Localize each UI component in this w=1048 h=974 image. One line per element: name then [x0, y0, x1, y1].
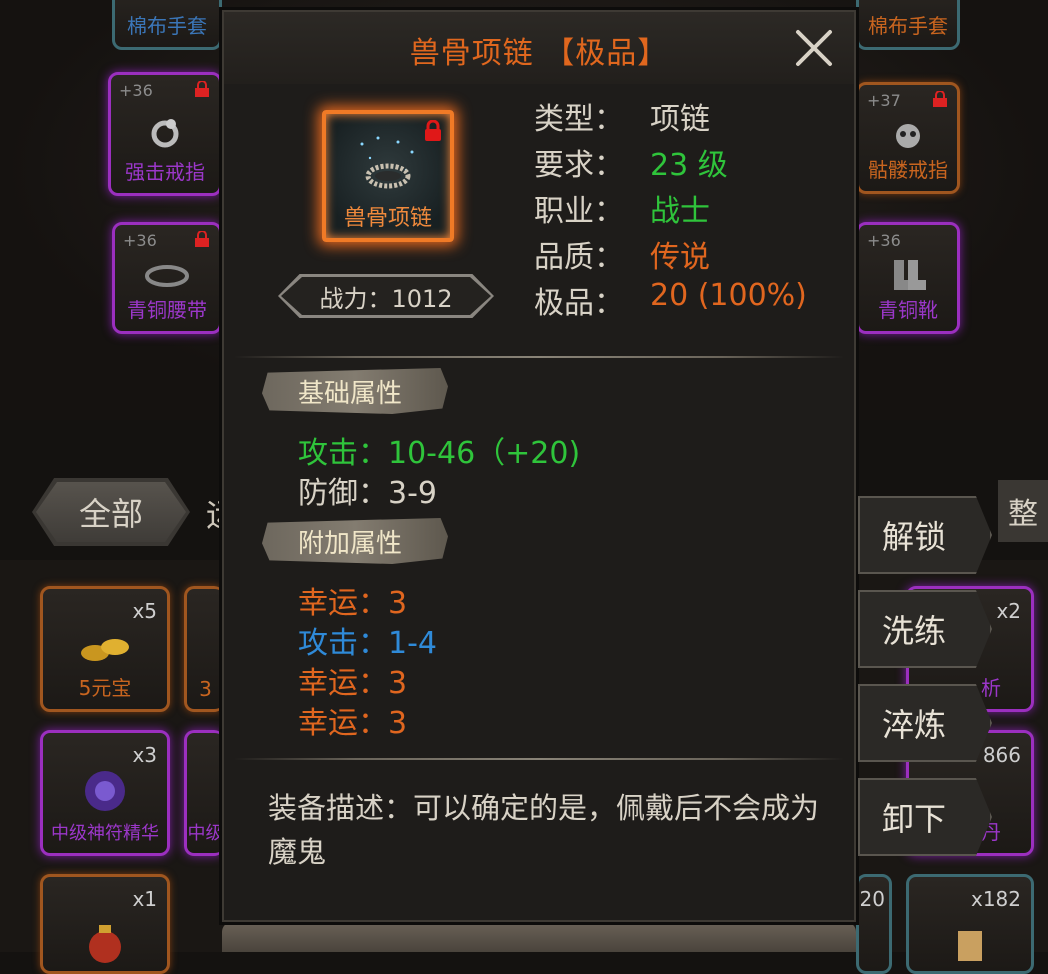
enhance-level: +37 — [867, 91, 901, 110]
slot-name: 棉布手套 — [868, 14, 948, 38]
extra-stat-luck: 幸运：3 — [298, 666, 408, 701]
info-value: 战士 — [650, 194, 710, 229]
item-quantity: x2 — [996, 599, 1021, 623]
close-icon[interactable] — [790, 24, 838, 72]
bag-slot-partial[interactable]: 3 — [184, 586, 224, 712]
section-base-attributes: 基础属性 — [262, 368, 448, 414]
slot-name: 强击戒指 — [125, 160, 205, 184]
enhance-level: +36 — [867, 231, 901, 250]
slot-name: 青铜腰带 — [127, 298, 207, 322]
slot-name: 中级 — [187, 823, 224, 844]
info-label: 职业： — [534, 194, 624, 229]
info-label: 类型： — [534, 102, 624, 137]
info-label: 要求： — [534, 148, 624, 183]
item-icon-label: 兽骨项链 — [343, 206, 432, 231]
item-description: 装备描述：可以确定的是，佩戴后不会成为魔鬼 — [268, 791, 820, 869]
combat-power-badge: 战力：1012 — [278, 274, 494, 318]
combat-power-text: 战力：1012 — [281, 277, 491, 315]
item-info-list: 类型： 项链 要求： 23 级 职业： 战士 品质： 传说 极品： 20 (10… — [534, 94, 807, 324]
item-quantity: x3 — [132, 743, 157, 767]
necklace-icon — [360, 136, 414, 189]
popup-title: 兽骨项链 【极品】 — [409, 36, 669, 71]
info-value: 项链 — [650, 102, 710, 137]
slot-gloves-right[interactable]: 棉布手套 — [856, 0, 960, 50]
lock-icon — [933, 91, 947, 107]
item-quantity: 20 — [859, 887, 885, 911]
gold-ingot-icon — [81, 638, 129, 661]
item-icon-frame: 兽骨项链 — [322, 110, 454, 242]
bag-slot-right-4[interactable]: x182 — [906, 874, 1034, 974]
info-row-requirement: 要求： 23 级 — [534, 140, 807, 186]
slot-boots[interactable]: +36 青铜靴 — [856, 222, 960, 334]
info-row-class: 职业： 战士 — [534, 186, 807, 232]
bag-slot-bag[interactable]: x1 — [40, 874, 170, 974]
info-row-quality: 品质： 传说 — [534, 232, 807, 278]
rune-orb-icon — [85, 770, 125, 811]
extra-stat-luck: 幸运：3 — [298, 706, 408, 741]
item-quantity: x182 — [970, 887, 1021, 911]
slot-name: 3 — [199, 677, 212, 701]
bottom-ornament — [222, 922, 856, 952]
skull-ring-icon — [896, 123, 920, 148]
slot-name: 中级神符精华 — [51, 823, 159, 844]
sort-button[interactable]: 整 — [998, 480, 1048, 542]
scroll-icon — [958, 930, 982, 961]
section-extra-attributes: 附加属性 — [262, 518, 448, 564]
extra-stat-luck: 幸运：3 — [298, 586, 408, 621]
pouch-icon — [89, 924, 121, 963]
tab-all[interactable]: 全部 — [32, 478, 190, 546]
temper-button[interactable]: 淬炼 — [858, 684, 992, 762]
info-label: 品质： — [534, 240, 624, 275]
unlock-button[interactable]: 解锁 — [858, 496, 992, 574]
slot-ring-left[interactable]: +36 强击戒指 — [108, 72, 222, 196]
popup-header: 兽骨项链 【极品】 — [224, 12, 854, 84]
slot-gloves-left[interactable]: 棉布手套 — [112, 0, 222, 50]
enhance-level: +36 — [119, 81, 153, 100]
base-stat-defense: 防御：3-9 — [298, 476, 437, 511]
tab-all-label: 全部 — [36, 482, 186, 542]
item-detail-popup: 兽骨项链 【极品】 兽骨项链 战力：1012 类型： 项链 要求： 23 级 职… — [222, 10, 856, 922]
belt-icon — [145, 264, 189, 287]
info-value: 传说 — [650, 240, 710, 275]
item-quantity: x1 — [132, 887, 157, 911]
divider — [234, 356, 844, 358]
bag-slot-yuanbao[interactable]: x5 5元宝 — [40, 586, 170, 712]
slot-name: 棉布手套 — [127, 14, 207, 38]
refine-button[interactable]: 洗练 — [858, 590, 992, 668]
bag-slot-right-3[interactable]: 20 — [856, 874, 892, 974]
enhance-level: +36 — [123, 231, 157, 250]
info-value: 23 级 — [650, 148, 728, 183]
boots-icon — [894, 259, 926, 290]
divider — [234, 758, 844, 760]
info-value: 20 (100%) — [650, 278, 807, 313]
lock-icon — [195, 231, 209, 247]
lock-icon — [195, 81, 209, 97]
item-quantity: x5 — [132, 599, 157, 623]
slot-ring-right[interactable]: +37 骷髅戒指 — [856, 82, 960, 194]
item-quantity: 866 — [982, 743, 1021, 767]
info-row-excellent: 极品： 20 (100%) — [534, 278, 807, 324]
bag-slot-partial-2[interactable]: 中级 — [184, 730, 224, 856]
slot-belt[interactable]: +36 青铜腰带 — [112, 222, 222, 334]
info-label: 极品： — [534, 286, 624, 321]
slot-name: 骷髅戒指 — [868, 158, 948, 182]
bag-slot-rune[interactable]: x3 中级神符精华 — [40, 730, 170, 856]
unequip-button[interactable]: 卸下 — [858, 778, 992, 856]
ring-icon — [151, 118, 179, 148]
slot-name: 青铜靴 — [878, 298, 938, 322]
base-stat-attack: 攻击：10-46（+20) — [298, 436, 581, 471]
extra-stat-attack: 攻击：1-4 — [298, 626, 437, 661]
info-row-type: 类型： 项链 — [534, 94, 807, 140]
slot-name: 5元宝 — [78, 676, 132, 700]
